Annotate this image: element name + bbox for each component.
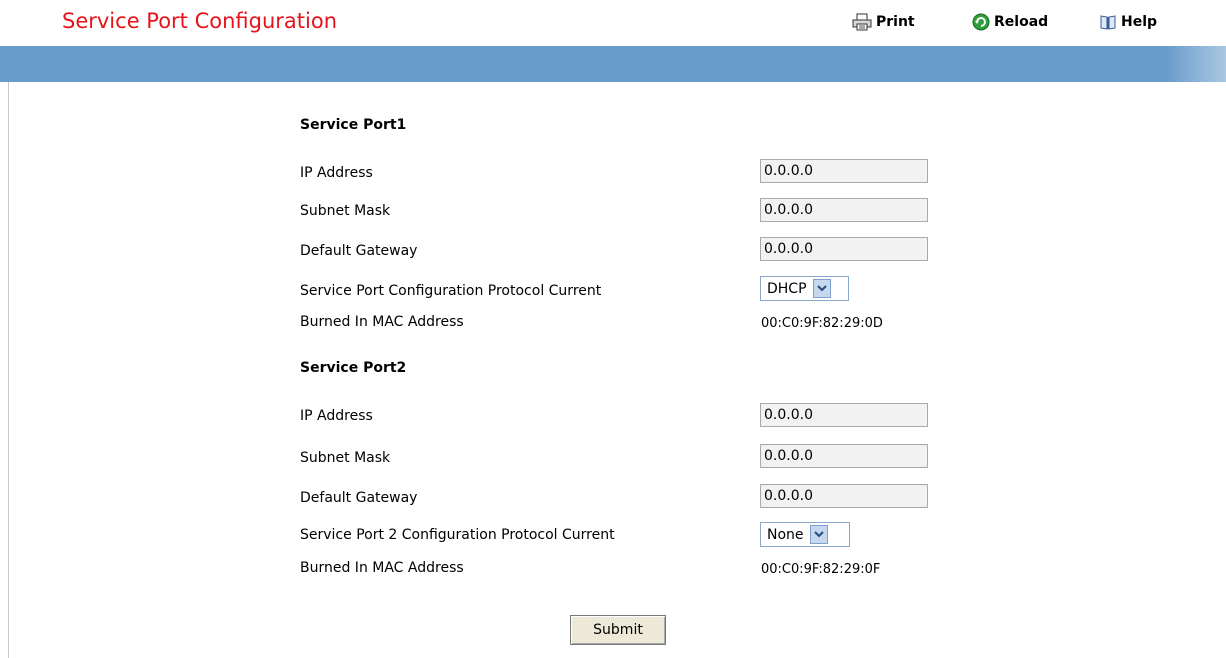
sp1-mac-label: Burned In MAC Address (300, 314, 464, 330)
sp2-subnet-label: Subnet Mask (300, 450, 391, 466)
page-title: Service Port Configuration (62, 9, 338, 33)
sp1-ip-label: IP Address (300, 165, 373, 181)
content-area: Service Port1 IP Address Subnet Mask Def… (8, 82, 1226, 658)
page-header: Service Port Configuration Print Reload (0, 0, 1226, 46)
sp2-mac-value: 00:C0:9F:82:29:0F (761, 562, 881, 577)
sp2-gateway-label: Default Gateway (300, 490, 418, 506)
service-port2-title: Service Port2 (300, 360, 407, 376)
service-port1-title: Service Port1 (300, 117, 407, 133)
reload-icon (972, 13, 990, 31)
sp2-ip-label: IP Address (300, 408, 373, 424)
sp2-protocol-select[interactable]: None (760, 522, 850, 547)
header-bar-fade (1166, 46, 1226, 82)
sp1-protocol-select[interactable]: DHCP (760, 276, 849, 301)
sp1-mac-value: 00:C0:9F:82:29:0D (761, 316, 883, 331)
sp2-protocol-value: None (767, 526, 804, 543)
header-bar (0, 46, 1226, 82)
sp1-subnet-input[interactable] (760, 198, 928, 222)
reload-label: Reload (994, 14, 1049, 30)
print-button[interactable]: Print (852, 13, 915, 31)
sp2-gateway-input[interactable] (760, 484, 928, 508)
help-button[interactable]: Help (1099, 13, 1157, 31)
sp1-gateway-label: Default Gateway (300, 243, 418, 259)
book-icon (1099, 13, 1117, 31)
sp2-ip-input[interactable] (760, 403, 928, 427)
sp1-gateway-input[interactable] (760, 237, 928, 261)
sp1-protocol-value: DHCP (767, 280, 807, 297)
sp2-subnet-input[interactable] (760, 444, 928, 468)
print-label: Print (876, 14, 915, 30)
sp1-ip-input[interactable] (760, 159, 928, 183)
chevron-down-icon[interactable] (809, 525, 828, 544)
submit-button[interactable]: Submit (570, 615, 666, 645)
help-label: Help (1121, 14, 1158, 30)
sp1-subnet-label: Subnet Mask (300, 203, 391, 219)
chevron-down-icon[interactable] (812, 279, 831, 298)
reload-button[interactable]: Reload (972, 13, 1048, 31)
sp1-protocol-label: Service Port Configuration Protocol Curr… (300, 283, 602, 299)
sp2-protocol-label: Service Port 2 Configuration Protocol Cu… (300, 527, 615, 543)
printer-icon (852, 13, 872, 31)
sp2-mac-label: Burned In MAC Address (300, 560, 464, 576)
